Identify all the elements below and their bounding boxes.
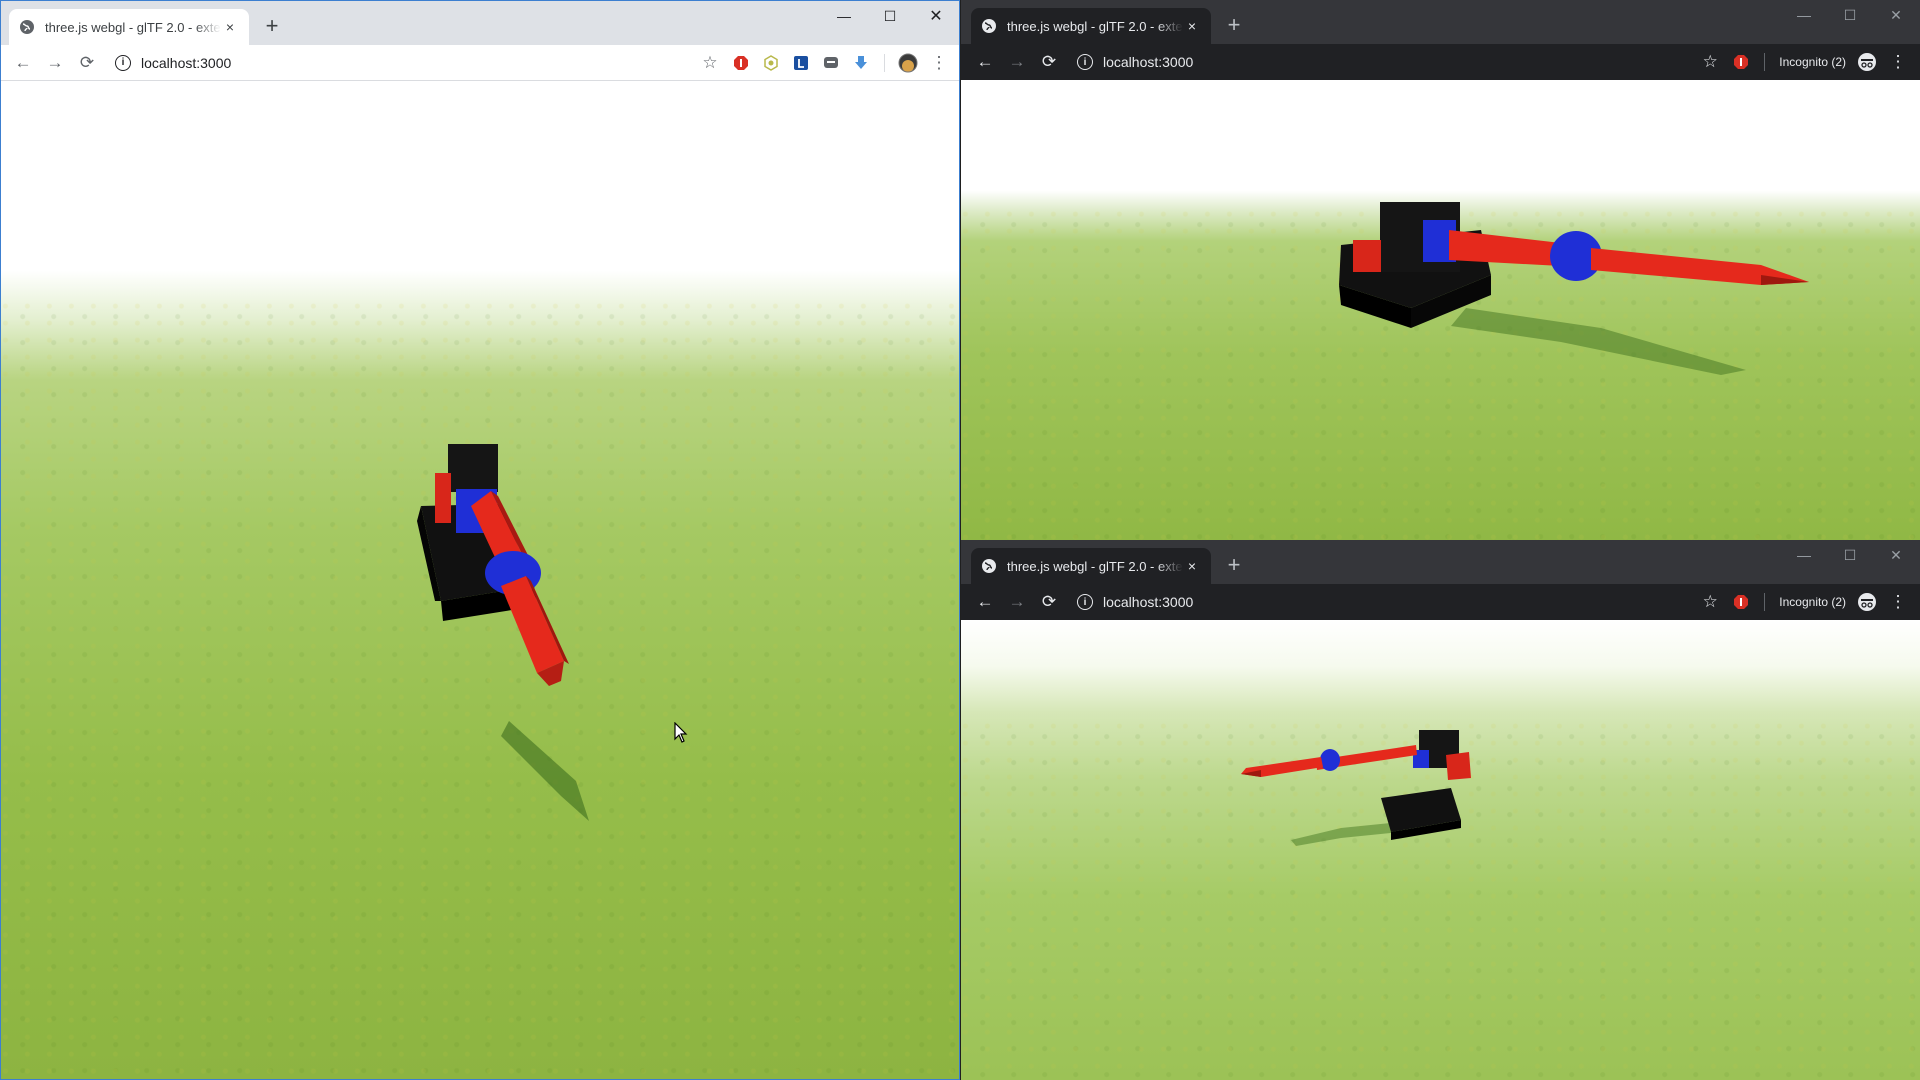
- info-icon[interactable]: i: [1077, 594, 1093, 610]
- toolbar: ← → ⟳ i localhost:3000 ☆ Incognito (2) ⋮: [961, 584, 1920, 620]
- model-red-block: [435, 473, 451, 523]
- browser-window-main: three.js webgl - glTF 2.0 - extens × + —…: [0, 0, 960, 1080]
- back-button[interactable]: ←: [7, 48, 39, 78]
- close-window-button[interactable]: ✕: [1873, 0, 1919, 30]
- reload-button[interactable]: ⟳: [1033, 587, 1065, 617]
- forward-button[interactable]: →: [39, 48, 71, 78]
- tab-title: three.js webgl - glTF 2.0 - extens: [1007, 558, 1183, 574]
- model-shadow: [501, 721, 589, 821]
- incognito-icon[interactable]: [1852, 587, 1882, 617]
- model-arm-lower: [501, 576, 564, 673]
- mouse-cursor-icon: [674, 722, 688, 743]
- forward-button[interactable]: →: [1001, 587, 1033, 617]
- chat-extension-icon[interactable]: [816, 48, 846, 78]
- model-blue-elbow: [1320, 749, 1340, 771]
- tab-active[interactable]: three.js webgl - glTF 2.0 - extens ×: [9, 9, 249, 45]
- model-red-block: [1446, 752, 1471, 780]
- toolbar-divider: [884, 53, 885, 72]
- address-bar[interactable]: i localhost:3000: [1069, 588, 1694, 616]
- l-extension-icon[interactable]: [786, 48, 816, 78]
- close-window-button[interactable]: ✕: [1873, 540, 1919, 570]
- url-text: localhost:3000: [1103, 594, 1194, 610]
- url-text: localhost:3000: [141, 54, 232, 71]
- minimize-button[interactable]: —: [821, 1, 867, 31]
- webgl-viewport[interactable]: [961, 80, 1920, 540]
- new-tab-button[interactable]: +: [1221, 552, 1247, 578]
- toolbar: ← → ⟳ i localhost:3000 ☆ ⋮: [1, 45, 959, 81]
- new-tab-button[interactable]: +: [259, 13, 285, 39]
- adblock-extension-icon[interactable]: [726, 48, 756, 78]
- maximize-button[interactable]: ☐: [1827, 0, 1873, 30]
- toolbar: ← → ⟳ i localhost:3000 ☆ Incognito (2) ⋮: [961, 44, 1920, 80]
- info-icon[interactable]: i: [1077, 54, 1093, 70]
- browser-window-incognito-top: three.js webgl - glTF 2.0 - extens × + —…: [961, 0, 1920, 540]
- incognito-label[interactable]: Incognito (2): [1773, 595, 1852, 609]
- close-tab-icon[interactable]: ×: [1183, 17, 1201, 35]
- robot-arm-model: [417, 444, 589, 821]
- new-tab-button[interactable]: +: [1221, 12, 1247, 38]
- close-tab-icon[interactable]: ×: [1183, 557, 1201, 575]
- bookmark-star-icon[interactable]: ☆: [694, 48, 726, 78]
- model-arm-upper: [1449, 230, 1561, 266]
- forward-button[interactable]: →: [1001, 47, 1033, 77]
- tab-title: three.js webgl - glTF 2.0 - extens: [1007, 18, 1183, 34]
- incognito-icon[interactable]: [1852, 47, 1882, 77]
- url-text: localhost:3000: [1103, 54, 1194, 70]
- tab-strip: three.js webgl - glTF 2.0 - extens × + —…: [961, 540, 1920, 584]
- close-window-button[interactable]: ✕: [913, 1, 959, 31]
- close-tab-icon[interactable]: ×: [221, 18, 239, 36]
- globe-icon: [982, 559, 996, 573]
- address-bar[interactable]: i localhost:3000: [1069, 48, 1694, 76]
- tab-active[interactable]: three.js webgl - glTF 2.0 - extens ×: [971, 8, 1211, 44]
- toolbar-divider: [1764, 53, 1766, 71]
- model-shadow: [1291, 822, 1401, 846]
- webgl-viewport[interactable]: [961, 620, 1920, 1080]
- tab-strip: three.js webgl - glTF 2.0 - extens × + —…: [961, 0, 1920, 44]
- address-bar[interactable]: i localhost:3000: [107, 49, 694, 77]
- maximize-button[interactable]: ☐: [867, 1, 913, 31]
- adblock-extension-icon[interactable]: [1726, 587, 1756, 617]
- hexagon-extension-icon[interactable]: [756, 48, 786, 78]
- globe-icon: [982, 19, 996, 33]
- avatar[interactable]: [893, 48, 923, 78]
- minimize-button[interactable]: —: [1781, 540, 1827, 570]
- bookmark-star-icon[interactable]: ☆: [1694, 47, 1726, 77]
- tab-active[interactable]: three.js webgl - glTF 2.0 - extens ×: [971, 548, 1211, 584]
- model-tower: [448, 444, 498, 492]
- minimize-button[interactable]: —: [1781, 0, 1827, 30]
- robot-arm-model: [1339, 202, 1809, 375]
- menu-icon[interactable]: ⋮: [1882, 587, 1914, 617]
- adblock-extension-icon[interactable]: [1726, 47, 1756, 77]
- tab-title: three.js webgl - glTF 2.0 - extens: [45, 19, 221, 35]
- globe-icon: [20, 20, 34, 34]
- model-red-block: [1353, 240, 1381, 272]
- download-extension-icon[interactable]: [846, 48, 876, 78]
- tab-strip: three.js webgl - glTF 2.0 - extens × + —…: [1, 1, 959, 45]
- model-shadow: [1451, 308, 1746, 375]
- robot-arm-model: [1241, 730, 1471, 846]
- toolbar-divider: [1764, 593, 1766, 611]
- maximize-button[interactable]: ☐: [1827, 540, 1873, 570]
- menu-icon[interactable]: ⋮: [923, 48, 955, 78]
- webgl-viewport[interactable]: [1, 81, 959, 1079]
- browser-window-incognito-bottom: three.js webgl - glTF 2.0 - extens × + —…: [961, 540, 1920, 1080]
- incognito-label[interactable]: Incognito (2): [1773, 55, 1852, 69]
- reload-button[interactable]: ⟳: [71, 48, 103, 78]
- reload-button[interactable]: ⟳: [1033, 47, 1065, 77]
- bookmark-star-icon[interactable]: ☆: [1694, 587, 1726, 617]
- info-icon[interactable]: i: [115, 54, 131, 71]
- back-button[interactable]: ←: [969, 587, 1001, 617]
- back-button[interactable]: ←: [969, 47, 1001, 77]
- menu-icon[interactable]: ⋮: [1882, 47, 1914, 77]
